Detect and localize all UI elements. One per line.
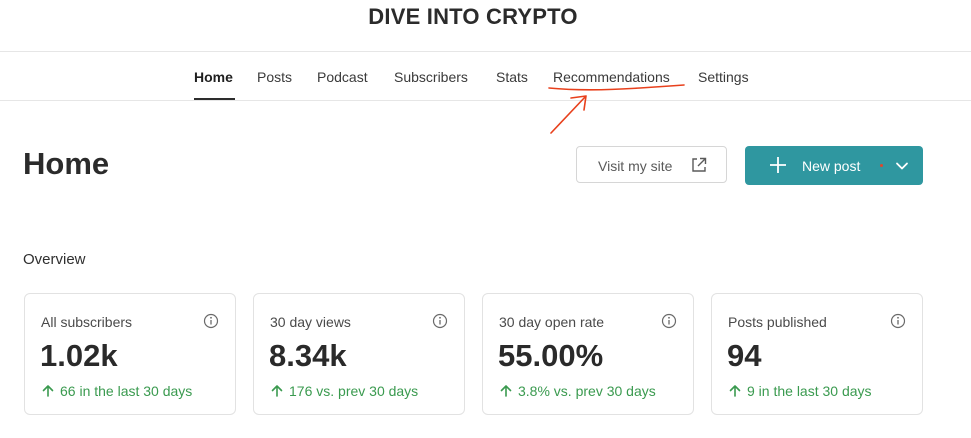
- chevron-down-icon[interactable]: [895, 159, 909, 173]
- visit-site-button[interactable]: Visit my site: [576, 146, 727, 183]
- annotation-dot: [880, 164, 883, 167]
- info-icon[interactable]: [661, 313, 677, 329]
- stat-delta: 9 in the last 30 days: [728, 383, 872, 399]
- new-post-label: New post: [802, 158, 861, 174]
- stat-delta: 3.8% vs. prev 30 days: [499, 383, 656, 399]
- stat-delta: 66 in the last 30 days: [41, 383, 192, 399]
- stat-card-subscribers[interactable]: All subscribers 1.02k 66 in the last 30 …: [24, 293, 236, 415]
- info-icon[interactable]: [890, 313, 906, 329]
- info-icon[interactable]: [432, 313, 448, 329]
- arrow-up-icon: [729, 385, 741, 397]
- stat-card-views[interactable]: 30 day views 8.34k 176 vs. prev 30 days: [253, 293, 465, 415]
- stat-label: 30 day views: [270, 314, 351, 330]
- stat-value: 55.00%: [498, 338, 604, 373]
- stat-value: 1.02k: [40, 338, 118, 373]
- stat-label: Posts published: [728, 314, 827, 330]
- stat-card-open-rate[interactable]: 30 day open rate 55.00% 3.8% vs. prev 30…: [482, 293, 694, 415]
- plus-icon: [770, 157, 786, 173]
- arrow-up-icon: [271, 385, 283, 397]
- stat-card-posts-published[interactable]: Posts published 94 9 in the last 30 days: [711, 293, 923, 415]
- stat-delta-text: 3.8% vs. prev 30 days: [518, 383, 656, 399]
- stat-label: All subscribers: [41, 314, 133, 330]
- stat-label: 30 day open rate: [499, 314, 605, 330]
- info-icon[interactable]: [203, 313, 219, 329]
- external-link-icon: [692, 157, 707, 172]
- visit-site-label: Visit my site: [598, 158, 673, 174]
- overview-heading: Overview: [23, 251, 86, 268]
- arrow-up-icon: [500, 385, 512, 397]
- page-title: Home: [23, 146, 110, 181]
- stat-delta-text: 66 in the last 30 days: [60, 383, 193, 399]
- stat-delta-text: 9 in the last 30 days: [747, 383, 872, 399]
- stat-delta-text: 176 vs. prev 30 days: [289, 383, 419, 399]
- new-post-button[interactable]: New post: [745, 146, 923, 185]
- stat-value: 8.34k: [269, 338, 347, 373]
- stat-delta: 176 vs. prev 30 days: [270, 383, 418, 399]
- arrow-up-icon: [42, 385, 54, 397]
- stat-value: 94: [727, 338, 762, 373]
- annotation-underline: [548, 84, 685, 91]
- annotation-arrow: [550, 95, 587, 134]
